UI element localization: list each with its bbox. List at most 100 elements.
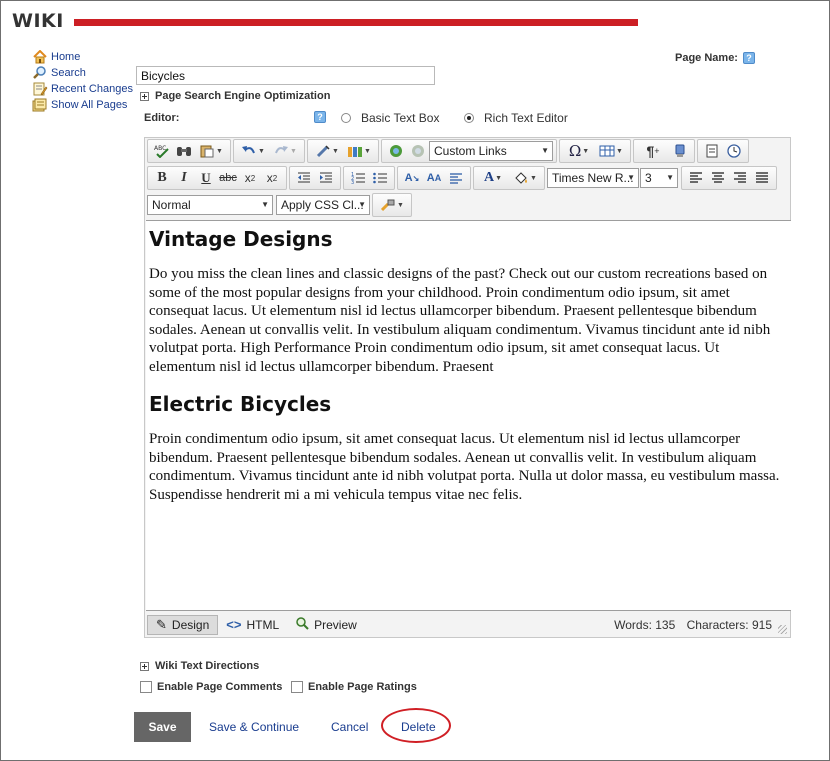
media-icon[interactable]: ▼ bbox=[343, 141, 375, 161]
subscript-icon[interactable]: x2 bbox=[261, 168, 283, 188]
format-brush-icon[interactable]: ▼ bbox=[376, 195, 408, 215]
characters-count: Characters: 915 bbox=[686, 618, 772, 632]
paragraph-style-select[interactable]: Normal ▼ bbox=[147, 195, 273, 215]
insert-link-icon[interactable] bbox=[385, 141, 407, 161]
page-name-input[interactable] bbox=[136, 66, 435, 85]
toolbar-group: Ω ▼ ▼ bbox=[559, 139, 631, 163]
toolbar-group: ¶ + bbox=[633, 139, 695, 163]
special-characters-icon[interactable]: Ω ▼ bbox=[563, 141, 595, 161]
toolbar-group: ▼ ▼ bbox=[307, 139, 379, 163]
radio-rich-text-editor[interactable]: Rich Text Editor bbox=[464, 111, 568, 125]
editor-help-icon[interactable]: ? bbox=[314, 111, 326, 123]
tab-design[interactable]: ✎ Design bbox=[147, 614, 219, 635]
font-family-select[interactable]: Times New R... ▼ bbox=[547, 168, 639, 188]
bulleted-list-icon[interactable] bbox=[369, 168, 391, 188]
paste-icon[interactable]: ▼ bbox=[195, 141, 227, 161]
checkbox-box bbox=[291, 681, 303, 693]
undo-icon[interactable]: ▼ bbox=[237, 141, 269, 161]
editor-content-area[interactable]: Vintage Designs Do you miss the clean li… bbox=[146, 220, 791, 611]
redo-icon[interactable]: ▼ bbox=[269, 141, 301, 161]
nav-item-search[interactable]: Search bbox=[32, 65, 133, 81]
spellcheck-icon[interactable]: ABC bbox=[151, 141, 173, 161]
toolbar-group bbox=[697, 139, 749, 163]
enable-page-comments-checkbox[interactable]: Enable Page Comments bbox=[140, 681, 282, 693]
cancel-button[interactable]: Cancel bbox=[331, 720, 368, 734]
save-continue-button[interactable]: Save & Continue bbox=[209, 720, 299, 734]
indent-icon[interactable] bbox=[315, 168, 337, 188]
page-name-text: Page Name: bbox=[675, 52, 738, 64]
section-heading: Electric Bicycles bbox=[149, 392, 332, 416]
paragraph-style-value: Normal bbox=[152, 198, 191, 212]
align-paragraph-icon[interactable] bbox=[445, 168, 467, 188]
font-color-icon[interactable]: A ▼ bbox=[477, 168, 509, 188]
find-replace-icon[interactable] bbox=[173, 141, 195, 161]
nav-item-recent-changes[interactable]: Recent Changes bbox=[32, 81, 133, 97]
editor-label: Editor: bbox=[144, 112, 180, 124]
align-right-icon[interactable] bbox=[729, 168, 751, 188]
convert-case-icon[interactable]: AA bbox=[423, 168, 445, 188]
nav-item-show-all-pages[interactable]: Show All Pages bbox=[32, 97, 133, 113]
pages-icon bbox=[32, 98, 48, 112]
words-count: Words: 135 bbox=[614, 618, 676, 632]
paragraph-mark-icon[interactable]: ¶ + bbox=[637, 141, 669, 161]
nav-item-label: Home bbox=[51, 51, 81, 63]
bold-icon[interactable]: B bbox=[151, 168, 173, 188]
editor-status-bar: ✎ Design <> HTML Preview Words: 135 Char… bbox=[145, 612, 790, 637]
enable-page-ratings-checkbox[interactable]: Enable Page Ratings bbox=[291, 681, 417, 693]
nav-item-home[interactable]: Home bbox=[32, 49, 133, 65]
align-left-icon[interactable] bbox=[685, 168, 707, 188]
outdent-icon[interactable] bbox=[293, 168, 315, 188]
tab-label: HTML bbox=[246, 617, 280, 632]
format-stripper-icon[interactable]: A ↘ bbox=[401, 168, 423, 188]
form-element-icon[interactable] bbox=[701, 141, 723, 161]
font-size-select[interactable]: 3 ▼ bbox=[640, 168, 678, 188]
wiki-text-directions-expander[interactable]: Wiki Text Directions bbox=[140, 660, 259, 672]
justify-icon[interactable] bbox=[751, 168, 773, 188]
pencil-icon: ✎ bbox=[156, 616, 167, 632]
chevron-down-icon: ▼ bbox=[541, 146, 549, 155]
css-class-value: Apply CSS Cl... bbox=[281, 198, 364, 212]
toolbar-group bbox=[681, 166, 777, 190]
custom-links-select[interactable]: Custom Links ▼ bbox=[429, 141, 553, 161]
nav-item-label: Search bbox=[51, 67, 86, 79]
tab-label: Design bbox=[171, 617, 210, 632]
tab-preview[interactable]: Preview bbox=[287, 615, 365, 635]
section-body: Proin condimentum odio ipsum, sit amet c… bbox=[149, 431, 780, 503]
nav-item-label: Show All Pages bbox=[51, 99, 128, 111]
insert-table-icon[interactable]: ▼ bbox=[595, 141, 627, 161]
radio-basic-text-box[interactable]: Basic Text Box bbox=[341, 111, 439, 125]
section-heading: Vintage Designs bbox=[149, 227, 333, 251]
checkbox-label: Enable Page Comments bbox=[157, 681, 283, 693]
toolbar-group: A ▼ ▼ bbox=[473, 166, 545, 190]
svg-text:ABC: ABC bbox=[154, 145, 166, 152]
font-family-value: Times New R... bbox=[552, 171, 634, 185]
template-icon[interactable] bbox=[669, 141, 691, 161]
background-color-icon[interactable]: ▼ bbox=[509, 168, 541, 188]
remove-link-icon[interactable] bbox=[407, 141, 429, 161]
superscript-icon[interactable]: x2 bbox=[239, 168, 261, 188]
chevron-down-icon: ▼ bbox=[627, 173, 635, 182]
tab-html[interactable]: <> HTML bbox=[218, 615, 287, 635]
seo-expander[interactable]: Page Search Engine Optimization bbox=[140, 90, 330, 102]
hyperlink-icon[interactable]: ▼ bbox=[311, 141, 343, 161]
recent-changes-icon bbox=[32, 82, 48, 96]
toolbar-group: ▼ bbox=[372, 193, 412, 217]
save-button[interactable]: Save bbox=[134, 712, 191, 742]
help-icon[interactable]: ? bbox=[742, 52, 755, 64]
align-center-icon[interactable] bbox=[707, 168, 729, 188]
side-nav: Home Search Recent Changes Show All Page… bbox=[32, 49, 133, 113]
chevron-down-icon: ▼ bbox=[261, 200, 269, 209]
clock-icon[interactable] bbox=[723, 141, 745, 161]
toolbar-group: A ↘ AA bbox=[397, 166, 471, 190]
numbered-list-icon[interactable]: 123 bbox=[347, 168, 369, 188]
italic-icon[interactable]: I bbox=[173, 168, 195, 188]
strikethrough-icon[interactable]: abc bbox=[217, 168, 239, 188]
css-class-select[interactable]: Apply CSS Cl... ▼ bbox=[276, 195, 370, 215]
checkbox-box bbox=[140, 681, 152, 693]
delete-highlight-circle bbox=[381, 708, 451, 743]
svg-text:3: 3 bbox=[351, 180, 354, 185]
expand-plus-icon bbox=[140, 661, 149, 671]
section-body: Do you miss the clean lines and classic … bbox=[149, 266, 771, 375]
underline-icon[interactable]: U bbox=[195, 168, 217, 188]
resize-grip-icon[interactable] bbox=[778, 625, 787, 634]
